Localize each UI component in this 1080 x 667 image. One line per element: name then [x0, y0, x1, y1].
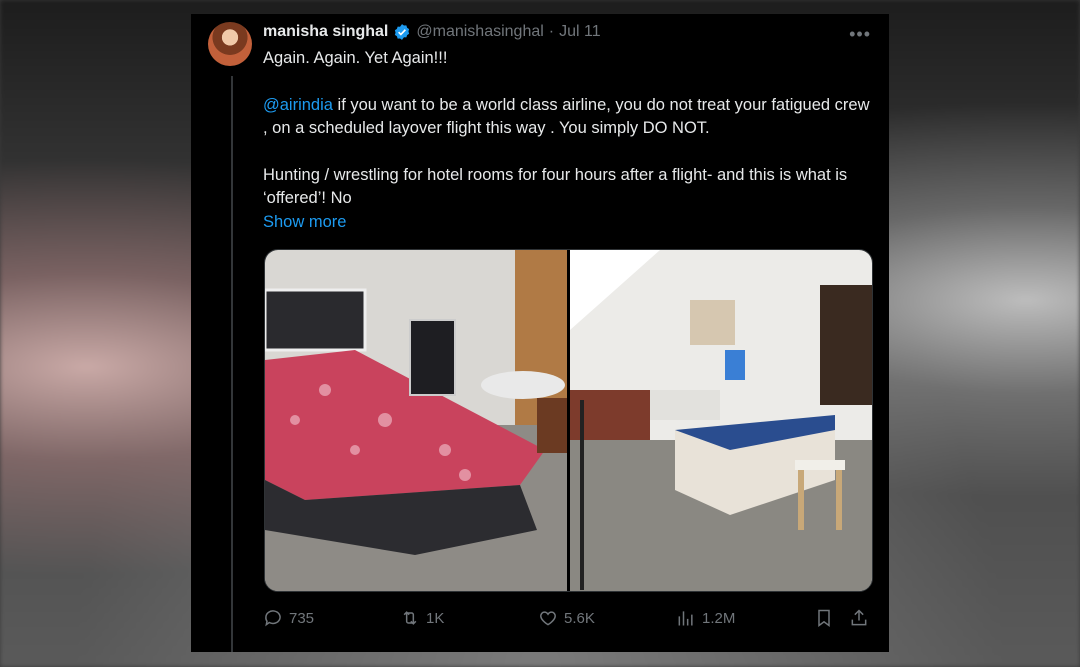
tweet-line-3: Hunting / wrestling for hotel rooms for … [263, 165, 848, 208]
mention-link[interactable]: @airindia [263, 96, 333, 114]
tweet-header: manisha singhal @manishasinghal · Jul 11 [263, 23, 601, 41]
like-button[interactable]: 5.6K [538, 608, 595, 628]
verified-badge-icon [395, 24, 410, 40]
reply-count: 735 [289, 609, 315, 627]
author-handle[interactable]: @manishasinghal [416, 23, 543, 41]
repost-icon [403, 611, 417, 625]
tweet-card[interactable]: manisha singhal @manishasinghal · Jul 11… [191, 14, 889, 652]
like-count: 5.6K [564, 609, 595, 627]
tweet-line-2-text: if you want to be a world class airline,… [263, 95, 870, 138]
views-button[interactable]: 1.2M [676, 608, 735, 628]
share-button[interactable] [849, 608, 869, 628]
like-icon [540, 611, 556, 626]
bookmark-button[interactable] [814, 608, 834, 628]
author-name[interactable]: manisha singhal [263, 23, 388, 41]
tweet-line-2: @airindia if you want to be a world clas… [263, 94, 873, 141]
reply-button[interactable]: 735 [263, 608, 314, 628]
tweet-text: Again. Again. Yet Again!!! @airindia if … [263, 47, 873, 234]
share-icon [851, 609, 867, 626]
views-icon [678, 611, 693, 626]
more-icon[interactable]: ••• [849, 24, 871, 45]
tweet-date[interactable]: Jul 11 [559, 23, 601, 41]
photo-reception-area[interactable] [570, 250, 872, 591]
repost-count: 1K [426, 609, 445, 627]
separator: · [548, 23, 555, 40]
bookmark-icon [818, 609, 830, 627]
avatar[interactable] [208, 22, 252, 66]
photo-bed-room[interactable] [265, 250, 567, 591]
action-bar: 735 1K 5.6K 1.2M [263, 608, 873, 630]
reply-icon [265, 610, 281, 627]
tweet-media[interactable] [264, 249, 873, 592]
repost-button[interactable]: 1K [400, 608, 444, 628]
show-more-link[interactable]: Show more [263, 213, 346, 231]
views-count: 1.2M [702, 609, 736, 627]
thread-line [231, 76, 233, 652]
tweet-line-1: Again. Again. Yet Again!!! [263, 49, 448, 67]
